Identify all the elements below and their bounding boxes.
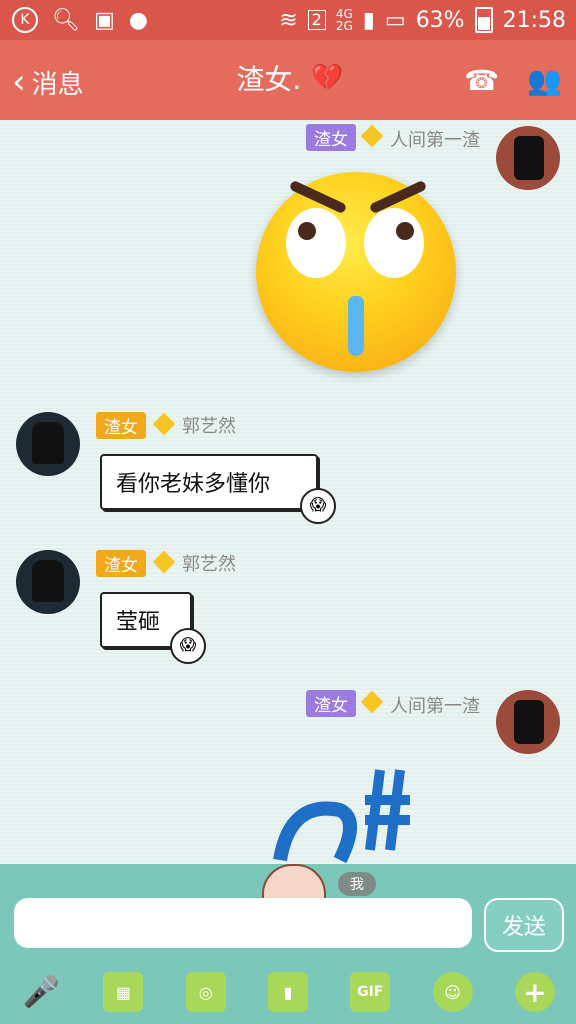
message-input[interactable] xyxy=(14,898,472,948)
sticker-stroke xyxy=(365,769,410,851)
tear-drop xyxy=(348,296,364,356)
camera-icon[interactable]: ◎ xyxy=(185,972,226,1012)
sender-name: 郭艺然 xyxy=(182,554,236,575)
smile-icon[interactable]: ☺ xyxy=(432,972,473,1012)
group-tag: 渣女 xyxy=(306,690,356,717)
microphone-icon[interactable]: 🎤 xyxy=(21,972,61,1012)
group-tag: 渣女 xyxy=(96,550,146,577)
phone-icon[interactable]: ☎ xyxy=(464,64,499,97)
back-label: 消息 xyxy=(31,69,84,100)
group-tag: 渣女 xyxy=(306,124,356,151)
angry-emoji-sticker[interactable] xyxy=(256,172,456,372)
red-packet-icon[interactable]: ▮ xyxy=(267,972,308,1012)
pupil-left xyxy=(298,222,316,240)
bookmark-icon: ▭ xyxy=(384,7,406,33)
chat-area[interactable]: 渣女 人间第一渣 渣女 郭艺然 看你老妹多懂你 😱 渣女 郭艺然 莹砸 😱 渣女… xyxy=(0,120,576,864)
sticker-stroke xyxy=(273,801,357,864)
clock: 21:58 xyxy=(502,7,566,33)
diamond-icon xyxy=(360,690,384,714)
k-icon: K xyxy=(12,7,38,33)
chat-title[interactable]: 渣女. 💔 xyxy=(210,58,370,98)
scared-face-icon: 😱 xyxy=(170,628,206,664)
character-decoration xyxy=(262,864,326,902)
toolbar: 🎤 ▦ ◎ ▮ GIF ☺ + xyxy=(0,960,576,1024)
diamond-icon xyxy=(152,412,176,436)
avatar[interactable] xyxy=(16,550,80,614)
avatar[interactable] xyxy=(16,412,80,476)
app-notification-icon: ● xyxy=(128,7,148,33)
sender-name: 人间第一渣 xyxy=(390,696,480,717)
group-members-icon[interactable]: 👥 xyxy=(527,64,562,97)
diamond-icon xyxy=(152,550,176,574)
sender-name: 人间第一渣 xyxy=(390,130,480,151)
eye-right xyxy=(364,208,424,278)
status-bar: K 🔍︎ ▣ ● ≋ 2 4G 2G ▮ ▭ 63% 21:58 xyxy=(0,0,576,40)
sender-name: 郭艺然 xyxy=(182,416,236,437)
sticker[interactable] xyxy=(270,760,430,864)
message-bubble[interactable]: 看你老妹多懂你 xyxy=(100,454,318,510)
send-button[interactable]: 发送 xyxy=(484,898,564,952)
battery-icon xyxy=(474,7,493,33)
me-label: 我 xyxy=(338,872,376,896)
eye-left xyxy=(286,208,346,278)
battery-percent: 63% xyxy=(415,7,465,33)
chat-header: ‹ 消息 渣女. 💔 ☎ 👥 xyxy=(0,40,576,120)
wifi-icon: ≋ xyxy=(279,7,298,33)
network-type: 4G 2G xyxy=(335,7,353,33)
signal-icon: ▮ xyxy=(362,7,375,33)
gif-button[interactable]: GIF xyxy=(350,972,391,1012)
scared-face-icon: 😱 xyxy=(300,488,336,524)
chevron-left-icon: ‹ xyxy=(12,62,26,102)
back-button[interactable]: ‹ 消息 xyxy=(12,62,84,102)
image-icon: ▣ xyxy=(93,7,115,33)
group-tag: 渣女 xyxy=(96,412,146,439)
search-icon: 🔍︎ xyxy=(52,7,80,33)
broken-heart-icon: 💔 xyxy=(311,63,344,93)
photo-icon[interactable]: ▦ xyxy=(103,972,144,1012)
composer: 我 发送 xyxy=(0,864,576,960)
pupil-right xyxy=(396,222,414,240)
sim-indicator: 2 xyxy=(307,10,326,30)
plus-button[interactable]: + xyxy=(514,972,555,1012)
diamond-icon xyxy=(360,124,384,148)
avatar[interactable] xyxy=(496,690,560,754)
avatar[interactable] xyxy=(496,126,560,190)
